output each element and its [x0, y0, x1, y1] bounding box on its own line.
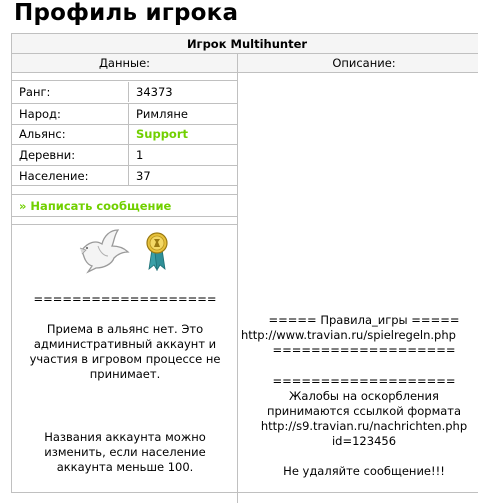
dove-icon	[78, 228, 132, 278]
row-divider	[12, 224, 238, 225]
left-description-para2: Названия аккаунта можно изменить, если н…	[12, 430, 238, 475]
cell-divider	[128, 145, 129, 165]
text-line: http://s9.travian.ru/nachrichten.php	[260, 419, 468, 433]
cell-divider	[128, 104, 129, 124]
stat-row-population: Население: 37	[12, 166, 238, 186]
stat-label: Деревни:	[19, 148, 76, 162]
stat-row-alliance: Альянс: Support	[12, 124, 238, 144]
text-line: изменить, если население	[44, 445, 206, 459]
footer-note: Не удаляйте сообщение!!!	[283, 464, 445, 478]
text-line: аккаунта меньше 100.	[56, 460, 194, 474]
stat-label: Народ:	[19, 107, 61, 121]
alliance-link[interactable]: Support	[136, 124, 188, 144]
right-divider-1: ===================	[272, 343, 456, 357]
text-line: Жалобы на оскорбления	[289, 389, 439, 403]
row-divider	[12, 194, 238, 195]
row-divider	[12, 185, 238, 186]
stat-value: Римляне	[136, 107, 188, 121]
page-title: Профиль игрока	[14, 0, 239, 26]
rules-title: ===== Правила_игры =====	[268, 313, 460, 327]
stat-value: 34373	[136, 85, 173, 99]
left-description-para1: Приема в альянс нет. Это административны…	[12, 322, 238, 382]
rules-link[interactable]: http://www.travian.ru/spielregeln.php	[241, 328, 478, 343]
cell-divider	[128, 82, 129, 102]
complaint-text: Жалобы на оскорбления принимаются ссылко…	[238, 389, 478, 449]
right-divider-2: ===================	[272, 374, 456, 388]
stat-value: 1	[136, 148, 144, 162]
profile-table: Игрок Multihunter Данные: Описание: Ранг…	[11, 33, 478, 503]
stat-label: Население:	[19, 169, 89, 183]
stat-row-villages: Деревни: 1	[12, 145, 238, 165]
stat-value: 37	[136, 169, 151, 183]
stat-label: Альянс:	[19, 127, 66, 141]
stat-row-tribe: Народ: Римляне	[12, 104, 238, 124]
send-message-link[interactable]: » Написать сообщение	[19, 196, 171, 216]
row-divider	[12, 216, 238, 217]
text-line: принимаются ссылкой формата	[266, 404, 462, 418]
text-line: административный аккаунт и	[33, 337, 217, 351]
cell-divider	[128, 124, 129, 144]
stat-row-rank: Ранг: 34373	[12, 82, 238, 102]
medal-icon	[145, 231, 169, 275]
text-line: Названия аккаунта можно	[44, 430, 206, 444]
description-column-header: Описание:	[238, 54, 478, 73]
text-line: Приема в альянс нет. Это	[46, 322, 204, 336]
text-line: id=123456	[331, 434, 397, 448]
left-divider-line: ===================	[33, 292, 217, 306]
stat-label: Ранг:	[19, 85, 51, 99]
data-column-header: Данные:	[12, 54, 238, 73]
player-header: Игрок Multihunter	[12, 34, 478, 54]
cell-divider	[128, 166, 129, 186]
text-line: принимает.	[89, 367, 161, 381]
text-line: участия в игровом процессе не	[29, 352, 221, 366]
row-divider	[12, 80, 238, 81]
